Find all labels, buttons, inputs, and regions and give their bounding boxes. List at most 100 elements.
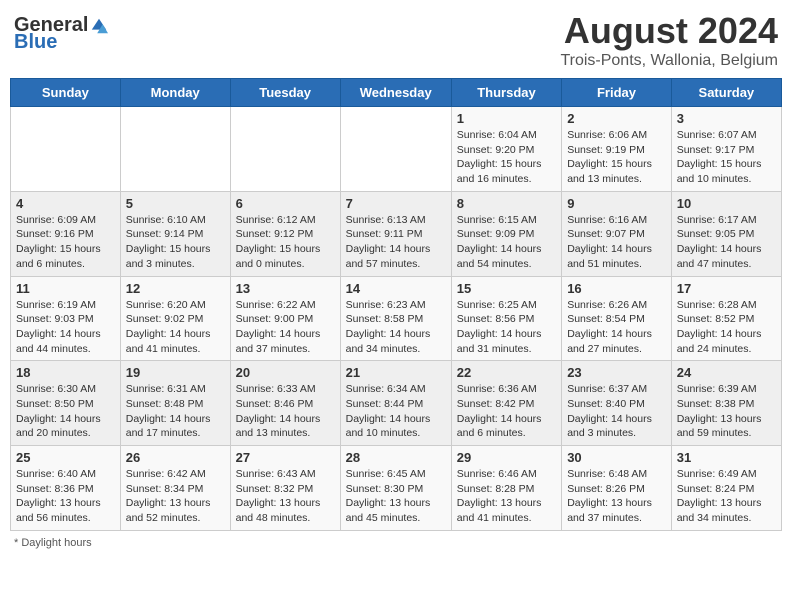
day-number: 18 (16, 365, 115, 380)
day-number: 2 (567, 111, 666, 126)
calendar-cell: 10 Sunrise: 6:17 AMSunset: 9:05 PMDayligh… (671, 191, 781, 276)
week-row-2: 4 Sunrise: 6:09 AMSunset: 9:16 PMDaylight… (11, 191, 782, 276)
day-info: Sunrise: 6:49 AMSunset: 8:24 PMDaylight:… (677, 467, 776, 526)
day-number: 20 (236, 365, 335, 380)
day-number: 16 (567, 281, 666, 296)
day-info: Sunrise: 6:26 AMSunset: 8:54 PMDaylight:… (567, 298, 666, 357)
day-number: 6 (236, 196, 335, 211)
day-number: 13 (236, 281, 335, 296)
calendar-cell: 13 Sunrise: 6:22 AMSunset: 9:00 PMDayligh… (230, 276, 340, 361)
calendar-cell: 6 Sunrise: 6:12 AMSunset: 9:12 PMDaylight… (230, 191, 340, 276)
calendar-cell: 23 Sunrise: 6:37 AMSunset: 8:40 PMDayligh… (562, 361, 672, 446)
day-info: Sunrise: 6:30 AMSunset: 8:50 PMDaylight:… (16, 382, 115, 441)
day-number: 8 (457, 196, 556, 211)
day-number: 28 (346, 450, 446, 465)
day-number: 31 (677, 450, 776, 465)
day-info: Sunrise: 6:20 AMSunset: 9:02 PMDaylight:… (126, 298, 225, 357)
week-row-5: 25 Sunrise: 6:40 AMSunset: 8:36 PMDayligh… (11, 446, 782, 531)
day-info: Sunrise: 6:37 AMSunset: 8:40 PMDaylight:… (567, 382, 666, 441)
day-header-monday: Monday (120, 79, 230, 107)
day-info: Sunrise: 6:22 AMSunset: 9:00 PMDaylight:… (236, 298, 335, 357)
day-number: 22 (457, 365, 556, 380)
logo: General Blue (14, 10, 108, 54)
calendar-cell: 1Sunrise: 6:04 AMSunset: 9:20 PMDaylight… (451, 107, 561, 192)
calendar-cell: 11Sunrise: 6:19 AMSunset: 9:03 PMDayligh… (11, 276, 121, 361)
day-info: Sunrise: 6:48 AMSunset: 8:26 PMDaylight:… (567, 467, 666, 526)
day-header-sunday: Sunday (11, 79, 121, 107)
calendar-cell (340, 107, 451, 192)
day-number: 29 (457, 450, 556, 465)
day-info: Sunrise: 6:46 AMSunset: 8:28 PMDaylight:… (457, 467, 556, 526)
day-info: Sunrise: 6:16 AMSunset: 9:07 PMDaylight:… (567, 213, 666, 272)
day-number: 11 (16, 281, 115, 296)
day-number: 3 (677, 111, 776, 126)
calendar-cell: 15Sunrise: 6:25 AMSunset: 8:56 PMDayligh… (451, 276, 561, 361)
calendar-cell: 3 Sunrise: 6:07 AMSunset: 9:17 PMDaylight… (671, 107, 781, 192)
day-info: Sunrise: 6:43 AMSunset: 8:32 PMDaylight:… (236, 467, 335, 526)
day-info: Sunrise: 6:07 AMSunset: 9:17 PMDaylight:… (677, 128, 776, 187)
day-info: Sunrise: 6:17 AMSunset: 9:05 PMDaylight:… (677, 213, 776, 272)
day-number: 19 (126, 365, 225, 380)
calendar-cell: 29 Sunrise: 6:46 AMSunset: 8:28 PMDayligh… (451, 446, 561, 531)
day-info: Sunrise: 6:28 AMSunset: 8:52 PMDaylight:… (677, 298, 776, 357)
day-number: 25 (16, 450, 115, 465)
calendar-cell: 5Sunrise: 6:10 AMSunset: 9:14 PMDaylight… (120, 191, 230, 276)
calendar-cell (230, 107, 340, 192)
day-number: 24 (677, 365, 776, 380)
day-info: Sunrise: 6:09 AMSunset: 9:16 PMDaylight:… (16, 213, 115, 272)
day-number: 23 (567, 365, 666, 380)
day-number: 1 (457, 111, 556, 126)
day-info: Sunrise: 6:23 AMSunset: 8:58 PMDaylight:… (346, 298, 446, 357)
day-info: Sunrise: 6:33 AMSunset: 8:46 PMDaylight:… (236, 382, 335, 441)
calendar-cell: 31 Sunrise: 6:49 AMSunset: 8:24 PMDayligh… (671, 446, 781, 531)
calendar-cell: 12 Sunrise: 6:20 AMSunset: 9:02 PMDayligh… (120, 276, 230, 361)
page-subtitle: Trois-Ponts, Wallonia, Belgium (560, 52, 778, 70)
day-number: 7 (346, 196, 446, 211)
calendar-cell: 28Sunrise: 6:45 AMSunset: 8:30 PMDayligh… (340, 446, 451, 531)
calendar-cell: 14Sunrise: 6:23 AMSunset: 8:58 PMDayligh… (340, 276, 451, 361)
day-info: Sunrise: 6:31 AMSunset: 8:48 PMDaylight:… (126, 382, 225, 441)
day-info: Sunrise: 6:10 AMSunset: 9:14 PMDaylight:… (126, 213, 225, 272)
week-row-1: 1Sunrise: 6:04 AMSunset: 9:20 PMDaylight… (11, 107, 782, 192)
calendar-cell: 17 Sunrise: 6:28 AMSunset: 8:52 PMDayligh… (671, 276, 781, 361)
calendar-cell: 30 Sunrise: 6:48 AMSunset: 8:26 PMDayligh… (562, 446, 672, 531)
calendar-cell (120, 107, 230, 192)
day-number: 17 (677, 281, 776, 296)
day-number: 4 (16, 196, 115, 211)
calendar-cell: 4 Sunrise: 6:09 AMSunset: 9:16 PMDaylight… (11, 191, 121, 276)
calendar-cell: 24 Sunrise: 6:39 AMSunset: 8:38 PMDayligh… (671, 361, 781, 446)
logo-blue: Blue (14, 31, 57, 54)
calendar-cell: 20 Sunrise: 6:33 AMSunset: 8:46 PMDayligh… (230, 361, 340, 446)
day-info: Sunrise: 6:36 AMSunset: 8:42 PMDaylight:… (457, 382, 556, 441)
footer-note: * Daylight hours (10, 537, 782, 549)
calendar-cell: 19 Sunrise: 6:31 AMSunset: 8:48 PMDayligh… (120, 361, 230, 446)
day-number: 15 (457, 281, 556, 296)
calendar-cell: 25 Sunrise: 6:40 AMSunset: 8:36 PMDayligh… (11, 446, 121, 531)
day-number: 30 (567, 450, 666, 465)
day-number: 21 (346, 365, 446, 380)
day-info: Sunrise: 6:40 AMSunset: 8:36 PMDaylight:… (16, 467, 115, 526)
calendar-cell: 2 Sunrise: 6:06 AMSunset: 9:19 PMDaylight… (562, 107, 672, 192)
title-area: August 2024 Trois-Ponts, Wallonia, Belgi… (560, 10, 778, 70)
day-number: 12 (126, 281, 225, 296)
day-info: Sunrise: 6:39 AMSunset: 8:38 PMDaylight:… (677, 382, 776, 441)
logo-icon (90, 17, 108, 35)
page-title: August 2024 (560, 10, 778, 52)
day-number: 10 (677, 196, 776, 211)
day-info: Sunrise: 6:12 AMSunset: 9:12 PMDaylight:… (236, 213, 335, 272)
day-info: Sunrise: 6:13 AMSunset: 9:11 PMDaylight:… (346, 213, 446, 272)
day-header-friday: Friday (562, 79, 672, 107)
day-number: 9 (567, 196, 666, 211)
day-info: Sunrise: 6:06 AMSunset: 9:19 PMDaylight:… (567, 128, 666, 187)
day-info: Sunrise: 6:42 AMSunset: 8:34 PMDaylight:… (126, 467, 225, 526)
calendar-cell: 18 Sunrise: 6:30 AMSunset: 8:50 PMDayligh… (11, 361, 121, 446)
calendar-table: SundayMondayTuesdayWednesdayThursdayFrid… (10, 78, 782, 531)
calendar-cell: 21Sunrise: 6:34 AMSunset: 8:44 PMDayligh… (340, 361, 451, 446)
calendar-cell: 22 Sunrise: 6:36 AMSunset: 8:42 PMDayligh… (451, 361, 561, 446)
calendar-cell: 26Sunrise: 6:42 AMSunset: 8:34 PMDayligh… (120, 446, 230, 531)
day-info: Sunrise: 6:15 AMSunset: 9:09 PMDaylight:… (457, 213, 556, 272)
day-header-wednesday: Wednesday (340, 79, 451, 107)
calendar-cell (11, 107, 121, 192)
day-header-thursday: Thursday (451, 79, 561, 107)
calendar-cell: 27Sunrise: 6:43 AMSunset: 8:32 PMDayligh… (230, 446, 340, 531)
